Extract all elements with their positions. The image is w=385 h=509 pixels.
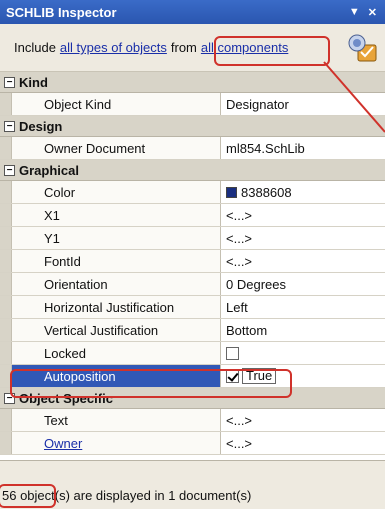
annotation-arrow bbox=[323, 61, 385, 133]
